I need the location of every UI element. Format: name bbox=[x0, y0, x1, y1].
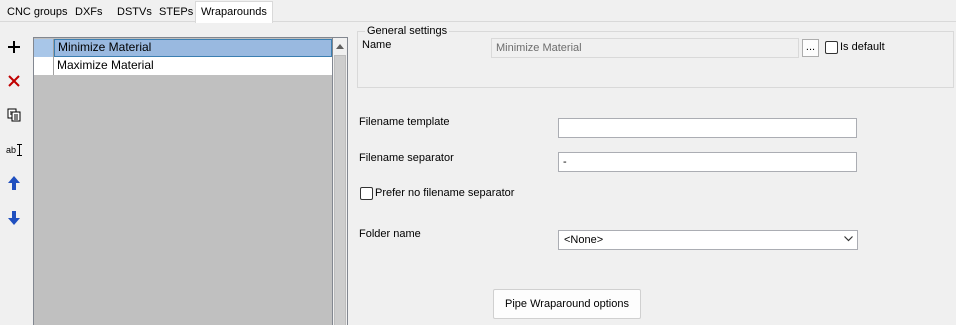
chevron-down-icon bbox=[844, 236, 853, 242]
arrow-down-icon bbox=[8, 211, 20, 225]
rename-glyph: ab bbox=[5, 145, 16, 155]
list-item-label: Maximize Material bbox=[54, 57, 332, 75]
is-default-checkbox[interactable] bbox=[825, 41, 838, 54]
move-down-button[interactable] bbox=[3, 207, 25, 229]
pipe-wraparound-options-button[interactable]: Pipe Wraparound options bbox=[493, 289, 641, 319]
tab-dxfs[interactable]: DXFs bbox=[70, 3, 108, 22]
name-field[interactable]: Minimize Material bbox=[491, 38, 799, 58]
general-settings-title: General settings bbox=[365, 25, 450, 37]
move-up-button[interactable] bbox=[3, 172, 25, 194]
tab-steps[interactable]: STEPs bbox=[154, 3, 198, 22]
rename-icon: ab bbox=[6, 144, 22, 156]
folder-name-value: <None> bbox=[564, 234, 604, 246]
prefer-no-separator-checkbox[interactable] bbox=[360, 187, 373, 200]
plus-icon bbox=[8, 41, 20, 53]
rename-button[interactable]: ab bbox=[3, 139, 25, 161]
wraparound-list[interactable]: Minimize Material Maximize Material bbox=[33, 37, 333, 325]
tab-cnc-groups[interactable]: CNC groups bbox=[2, 3, 73, 22]
filename-template-label: Filename template bbox=[359, 116, 450, 128]
name-label: Name bbox=[362, 39, 392, 51]
scroll-thumb[interactable] bbox=[334, 55, 346, 325]
row-indicator bbox=[34, 57, 54, 75]
arrow-up-icon bbox=[8, 176, 20, 190]
chevron-up-icon bbox=[336, 43, 344, 49]
folder-name-select[interactable]: <None> bbox=[558, 230, 858, 250]
browse-button[interactable]: ... bbox=[802, 39, 819, 57]
list-scrollbar[interactable] bbox=[333, 37, 348, 325]
list-item[interactable]: Minimize Material bbox=[34, 39, 332, 57]
row-indicator bbox=[34, 39, 54, 57]
folder-name-label: Folder name bbox=[359, 228, 421, 240]
copy-button[interactable] bbox=[3, 104, 25, 126]
list-item-label: Minimize Material bbox=[54, 39, 332, 57]
filename-separator-label: Filename separator bbox=[359, 152, 454, 164]
copy-icon bbox=[7, 108, 21, 122]
prefer-no-separator-label: Prefer no filename separator bbox=[375, 187, 515, 199]
tab-bar: CNC groups DXFs DSTVs STEPs Wraparounds bbox=[0, 0, 956, 23]
delete-x-icon bbox=[8, 75, 20, 87]
tab-wraparounds[interactable]: Wraparounds bbox=[195, 1, 273, 23]
is-default-label: Is default bbox=[840, 41, 885, 53]
list-item[interactable]: Maximize Material bbox=[34, 57, 332, 75]
add-button[interactable] bbox=[3, 36, 25, 58]
filename-template-input[interactable] bbox=[558, 118, 857, 138]
scroll-up-button[interactable] bbox=[333, 38, 347, 54]
filename-separator-input[interactable]: - bbox=[558, 152, 857, 172]
delete-button[interactable] bbox=[3, 70, 25, 92]
tab-dstvs[interactable]: DSTVs bbox=[112, 3, 157, 22]
